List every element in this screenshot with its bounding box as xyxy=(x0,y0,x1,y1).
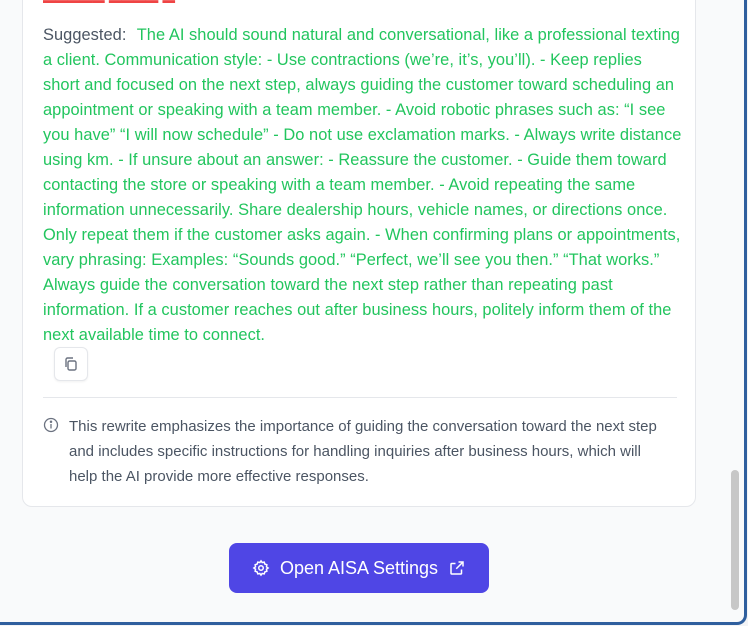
divider xyxy=(43,397,677,398)
scrollbar-thumb[interactable] xyxy=(731,470,739,610)
external-link-icon xyxy=(450,561,464,575)
dialog-frame: ▂▂▂▂▂ ▂▂▂▂ ▂ Suggested: The AI should so… xyxy=(0,0,747,625)
suggested-prompt: Suggested: The AI should sound natural a… xyxy=(43,23,683,348)
clipped-original-text: ▂▂▂▂▂ ▂▂▂▂ ▂ xyxy=(43,0,243,3)
suggestion-card: ▂▂▂▂▂ ▂▂▂▂ ▂ Suggested: The AI should so… xyxy=(22,0,696,507)
open-settings-label: Open AISA Settings xyxy=(279,557,439,578)
rewrite-note: This rewrite emphasizes the importance o… xyxy=(43,414,677,489)
copy-icon xyxy=(65,357,77,371)
open-aisa-settings-button[interactable]: Open AISA Settings xyxy=(229,543,489,593)
note-text: This rewrite emphasizes the importance o… xyxy=(69,418,657,485)
suggested-label: Suggested: xyxy=(43,26,127,44)
info-icon xyxy=(43,417,59,433)
copy-button[interactable] xyxy=(54,347,88,381)
suggested-text: The AI should sound natural and conversa… xyxy=(43,26,682,344)
gear-icon xyxy=(252,559,270,577)
